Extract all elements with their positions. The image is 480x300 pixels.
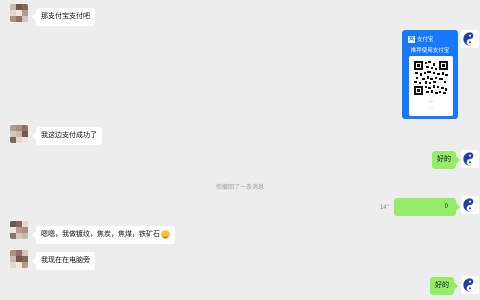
avatar-mosaic-cell bbox=[22, 233, 28, 239]
grin-emoji-icon bbox=[161, 229, 170, 239]
alipay-logo: 支 支付宝 bbox=[408, 35, 434, 43]
message-bubble[interactable]: 嗯嗯，我做镀纹，焦炭，焦煤，铁矿石 bbox=[32, 226, 175, 244]
avatar-mosaic-cell bbox=[22, 137, 28, 143]
recall-notice: 你撤回了一条消息 bbox=[215, 185, 264, 191]
yin-yang-icon bbox=[463, 198, 477, 212]
avatar-mosaic-cell bbox=[22, 16, 28, 22]
voice-duration: 14" bbox=[380, 205, 389, 211]
message-text: 我现在在电脑旁 bbox=[41, 257, 90, 264]
avatar[interactable] bbox=[10, 125, 28, 143]
voice-message[interactable]: ᴰ bbox=[394, 198, 460, 216]
message-text: 好的 bbox=[435, 282, 449, 289]
message-bubble[interactable]: 好的 bbox=[432, 151, 460, 169]
qr-code-image[interactable]: 支 支付宝 推荐使用支付宝 ---- ··· bbox=[402, 30, 458, 119]
yin-yang-icon bbox=[463, 152, 477, 166]
alipay-icon: 支 bbox=[408, 35, 415, 43]
message-bubble[interactable]: 好的 bbox=[430, 277, 458, 295]
avatar[interactable] bbox=[10, 250, 28, 268]
message-text: 我这边支付成功了 bbox=[41, 132, 97, 139]
avatar[interactable] bbox=[461, 150, 479, 168]
message-bubble[interactable]: 我这边支付成功了 bbox=[32, 127, 102, 145]
avatar[interactable] bbox=[10, 221, 28, 239]
qr-code-area: ---- ··· bbox=[409, 56, 453, 116]
yin-yang-icon bbox=[463, 32, 477, 46]
qr-banner: 推荐使用支付宝 bbox=[410, 48, 450, 54]
qr-caption: ··· bbox=[429, 106, 433, 110]
avatar[interactable] bbox=[461, 276, 479, 294]
message-bubble[interactable]: 我现在在电脑旁 bbox=[32, 252, 95, 270]
qr-caption: ---- bbox=[428, 99, 434, 103]
yin-yang-icon bbox=[463, 278, 477, 292]
message-text: 那支付宝支付吧 bbox=[41, 13, 90, 20]
avatar[interactable] bbox=[461, 30, 479, 48]
qr-brand: 支付宝 bbox=[417, 37, 434, 43]
avatar[interactable] bbox=[461, 196, 479, 214]
message-bubble[interactable]: 那支付宝支付吧 bbox=[32, 8, 95, 26]
avatar-mosaic-cell bbox=[22, 262, 28, 268]
message-text: 好的 bbox=[437, 156, 451, 163]
avatar[interactable] bbox=[10, 4, 28, 22]
qr-code-icon bbox=[414, 61, 448, 95]
voice-wave-icon: ᴰ bbox=[444, 204, 448, 211]
message-text: 嗯嗯，我做镀纹，焦炭，焦煤，铁矿石 bbox=[41, 231, 160, 238]
